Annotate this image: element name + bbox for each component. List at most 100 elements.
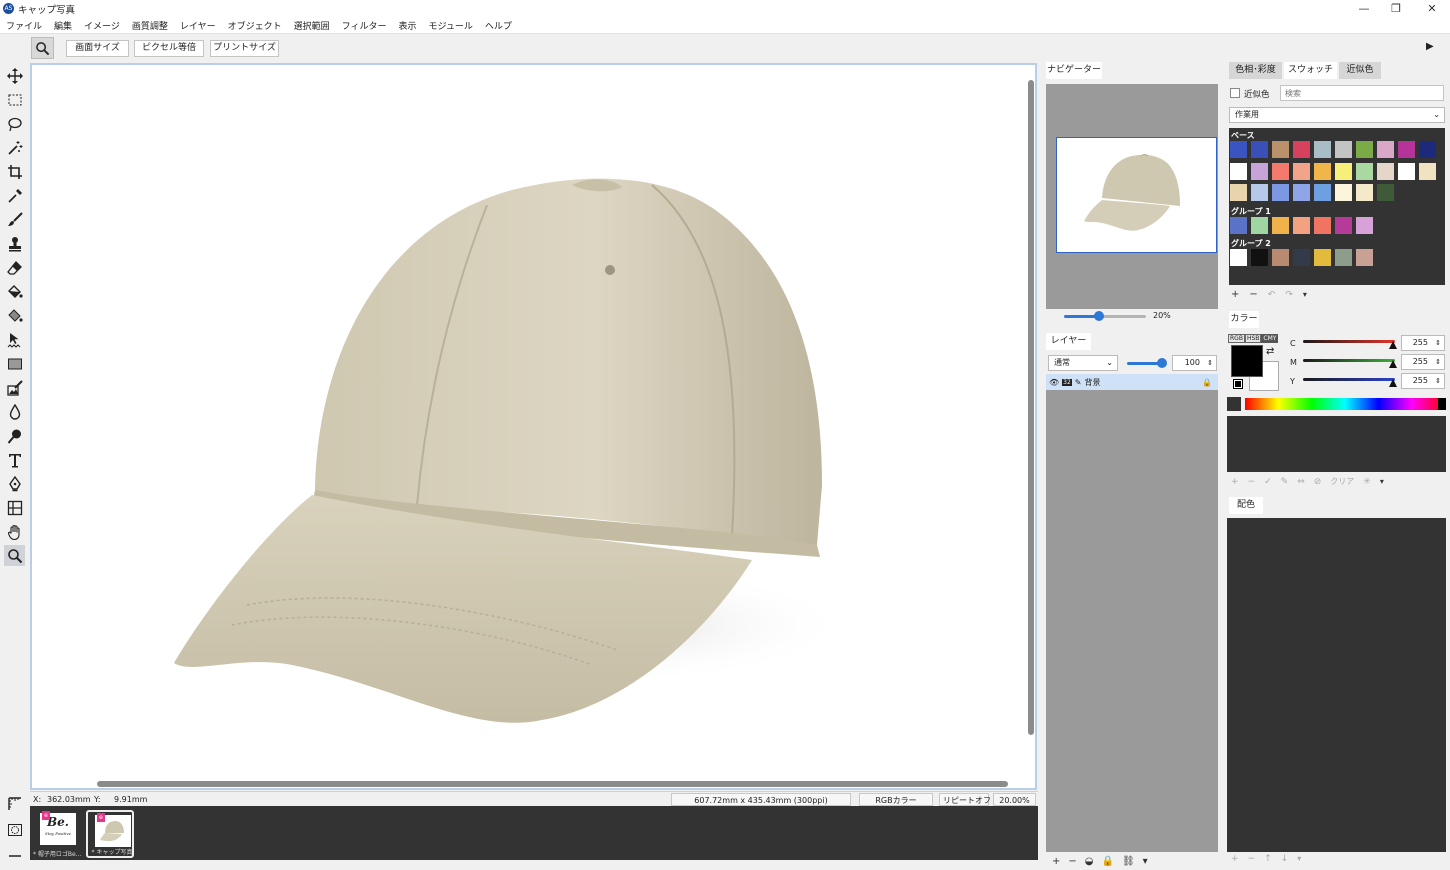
swatch-color[interactable] xyxy=(1272,249,1289,266)
menu-module[interactable]: モジュール xyxy=(428,19,472,32)
swatch-color[interactable] xyxy=(1230,249,1247,266)
swatch-color[interactable] xyxy=(1356,184,1373,201)
image-canvas[interactable] xyxy=(30,63,1037,790)
close-button[interactable]: ✕ xyxy=(1414,0,1450,17)
opacity-handle[interactable] xyxy=(1157,358,1167,368)
remove-layer-icon[interactable]: − xyxy=(1068,856,1076,867)
channel-slider-handle[interactable] xyxy=(1389,341,1397,349)
swatch-color[interactable] xyxy=(1272,217,1289,234)
pen-tool-icon[interactable] xyxy=(4,473,25,494)
swatch-color[interactable] xyxy=(1356,217,1373,234)
mode-rgb[interactable]: RGB xyxy=(1228,334,1245,343)
swatch-color[interactable] xyxy=(1314,163,1331,180)
mask-icon[interactable]: ◒ xyxy=(1085,856,1094,867)
swatch-set-select[interactable]: 作業用 ⌄ xyxy=(1229,107,1445,123)
pencil-icon[interactable]: ✎ xyxy=(1281,477,1289,487)
menu-object[interactable]: オブジェクト xyxy=(228,19,282,32)
swatch-color[interactable] xyxy=(1335,163,1352,180)
undo-icon[interactable]: ↶ xyxy=(1268,290,1276,300)
tab-navigator[interactable]: ナビゲーター xyxy=(1046,62,1102,79)
swatch-color[interactable] xyxy=(1314,141,1331,158)
remove-color-icon[interactable]: − xyxy=(1248,477,1256,487)
add-swatch-icon[interactable]: + xyxy=(1231,289,1239,300)
swatch-color[interactable] xyxy=(1272,184,1289,201)
swatch-color[interactable] xyxy=(1230,141,1247,158)
swatch-color[interactable] xyxy=(1314,184,1331,201)
swatch-color[interactable] xyxy=(1314,217,1331,234)
swatch-color[interactable] xyxy=(1293,217,1310,234)
move-up-icon[interactable]: ↑ xyxy=(1264,854,1272,864)
selection-arrow-icon[interactable] xyxy=(4,329,25,350)
swatch-color[interactable] xyxy=(1230,163,1247,180)
swatch-color[interactable] xyxy=(1251,141,1268,158)
hand-tool-icon[interactable] xyxy=(4,521,25,542)
swatch-color[interactable] xyxy=(1230,217,1247,234)
spectrum-bar[interactable] xyxy=(1245,398,1445,410)
sparkle-icon[interactable]: ✳ xyxy=(1363,477,1371,487)
swatch-color[interactable] xyxy=(1293,249,1310,266)
add-palette-icon[interactable]: + xyxy=(1231,854,1239,864)
expand-panel-icon[interactable]: ▶ xyxy=(1426,41,1434,52)
color-list-menu-icon[interactable]: ▾ xyxy=(1380,477,1384,486)
thumbnail-logo-doc[interactable]: Be. Stay Positive e * 帽子用ロゴBe... xyxy=(33,810,81,858)
similar-color-checkbox[interactable] xyxy=(1230,88,1240,98)
zoom-tool-icon[interactable] xyxy=(4,545,25,566)
default-colors-icon[interactable] xyxy=(1233,379,1243,389)
quick-mask-icon[interactable] xyxy=(4,819,25,840)
swatch-menu-icon[interactable]: ▾ xyxy=(1303,290,1307,299)
text-tool-icon[interactable] xyxy=(4,449,25,470)
foreground-color-swatch[interactable] xyxy=(1231,345,1263,377)
print-size-button[interactable]: プリントサイズ xyxy=(210,40,279,57)
channel-value-input[interactable]: 255 ⇕ xyxy=(1401,354,1445,370)
swatch-color[interactable] xyxy=(1335,249,1352,266)
swatch-color[interactable] xyxy=(1272,163,1289,180)
visibility-eye-icon[interactable]: 👁 xyxy=(1049,378,1059,387)
swatch-color[interactable] xyxy=(1335,217,1352,234)
tab-similar-color[interactable]: 近似色 xyxy=(1339,62,1381,79)
swatch-color[interactable] xyxy=(1230,184,1247,201)
rect-select-icon[interactable] xyxy=(4,89,25,110)
bucket-icon[interactable] xyxy=(4,281,25,302)
swatch-color[interactable] xyxy=(1356,141,1373,158)
photo-edit-icon[interactable] xyxy=(4,377,25,398)
swatch-color[interactable] xyxy=(1293,163,1310,180)
horizontal-scrollbar[interactable] xyxy=(97,781,1008,787)
dodge-icon[interactable] xyxy=(4,425,25,446)
swatch-color[interactable] xyxy=(1251,184,1268,201)
vertical-scrollbar[interactable] xyxy=(1028,80,1034,735)
magic-wand-icon[interactable] xyxy=(4,137,25,158)
swatch-color[interactable] xyxy=(1335,141,1352,158)
navigator-thumbnail[interactable] xyxy=(1056,137,1217,253)
menu-image[interactable]: イメージ xyxy=(84,19,120,32)
menu-view[interactable]: 表示 xyxy=(398,19,416,32)
lasso-icon[interactable] xyxy=(4,113,25,134)
lock-icon[interactable]: 🔒 xyxy=(1202,378,1212,387)
swatch-color[interactable] xyxy=(1251,163,1268,180)
menu-select[interactable]: 選択範囲 xyxy=(294,19,330,32)
lock-layer-icon[interactable]: 🔒 xyxy=(1102,856,1114,867)
swatch-color[interactable] xyxy=(1419,163,1436,180)
swatch-color[interactable] xyxy=(1272,141,1289,158)
eyedropper-icon[interactable] xyxy=(4,185,25,206)
swatch-color[interactable] xyxy=(1377,184,1394,201)
layer-row-background[interactable]: 👁 32 ✎ 背景 🔒 xyxy=(1046,374,1218,390)
swatch-color[interactable] xyxy=(1377,141,1394,158)
opacity-input[interactable]: 100 ⇕ xyxy=(1172,355,1217,371)
repeat-toggle[interactable]: リピートオフ xyxy=(939,793,991,806)
swatch-color[interactable] xyxy=(1398,141,1415,158)
blend-mode-select[interactable]: 通常 ⌄ xyxy=(1048,355,1118,371)
brush-icon[interactable] xyxy=(4,209,25,230)
menu-dropdown-icon[interactable]: ▾ xyxy=(1143,856,1148,867)
rectangle-shape-icon[interactable] xyxy=(4,353,25,374)
swatch-color[interactable] xyxy=(1251,217,1268,234)
check-icon[interactable]: ✓ xyxy=(1264,477,1272,487)
swatch-color[interactable] xyxy=(1314,249,1331,266)
mode-cmy[interactable]: CMY xyxy=(1261,334,1279,343)
swatch-color[interactable] xyxy=(1419,141,1436,158)
eraser-icon[interactable] xyxy=(4,257,25,278)
channel-slider-handle[interactable] xyxy=(1389,360,1397,368)
menu-adjust[interactable]: 画質調整 xyxy=(132,19,168,32)
swatch-color[interactable] xyxy=(1293,141,1310,158)
swatch-color[interactable] xyxy=(1356,163,1373,180)
menu-help[interactable]: ヘルプ xyxy=(485,19,512,32)
